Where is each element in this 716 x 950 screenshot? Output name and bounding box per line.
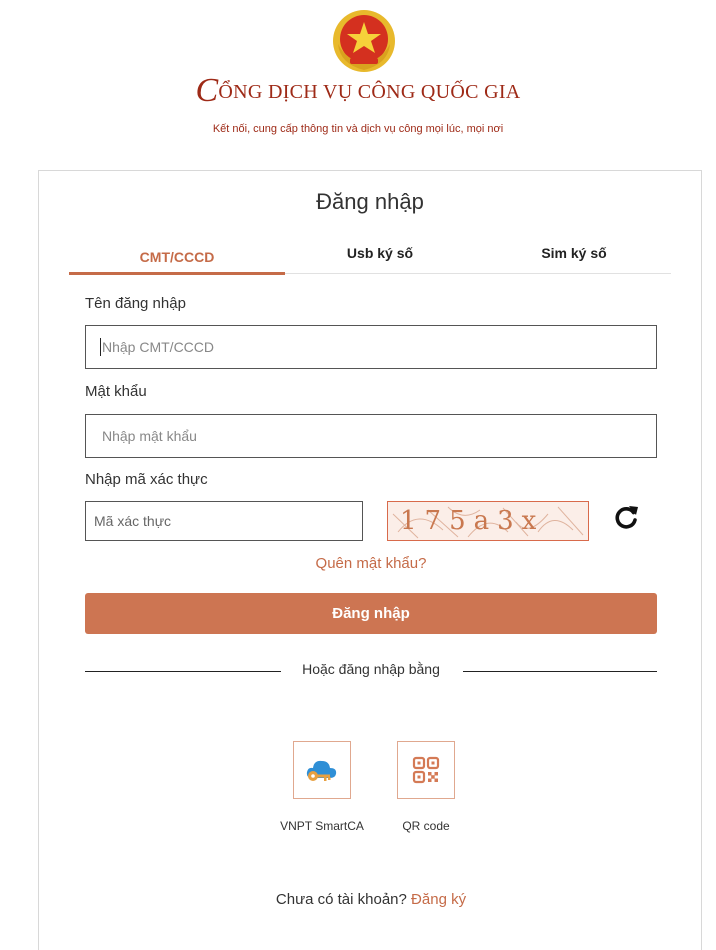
vnpt-smartca-label[interactable]: VNPT SmartCA (273, 819, 371, 833)
login-button-label: Đăng nhập (332, 605, 410, 622)
tagline: Kết nối, cung cấp thông tin và dịch vụ c… (212, 123, 504, 135)
signup-row: Chưa có tài khoản? Đăng ký (39, 891, 703, 908)
captcha-input[interactable]: Mã xác thực (85, 501, 363, 541)
login-tabs: CMT/CCCD Usb ký số Sim ký số (69, 237, 671, 275)
username-placeholder: Nhập CMT/CCCD (102, 339, 215, 355)
captcha-label: Nhập mã xác thực (85, 471, 208, 488)
tab-sim-ky-so[interactable]: Sim ký số (489, 237, 659, 273)
cloud-key-icon (306, 760, 337, 781)
password-input[interactable]: Nhập mật khẩu (85, 414, 657, 458)
divider-line-right (463, 671, 657, 672)
qr-code-label[interactable]: QR code (387, 819, 465, 833)
qr-code-button[interactable] (397, 741, 455, 799)
password-placeholder: Nhập mật khẩu (102, 428, 197, 444)
forgot-password-link[interactable]: Quên mật khẩu? (39, 555, 703, 572)
divider-text: Hoặc đăng nhập bằng (302, 661, 440, 677)
signup-prompt: Chưa có tài khoản? (275, 891, 407, 908)
tab-usb-ky-so[interactable]: Usb ký số (285, 237, 475, 273)
password-label: Mật khẩu (85, 383, 147, 400)
username-label: Tên đăng nhập (85, 295, 186, 312)
brand-name: ỔNG DỊCH VỤ CÔNG QUỐC GIA (218, 81, 521, 103)
tab-cmt-cccd[interactable]: CMT/CCCD (69, 237, 285, 275)
brand-initial: C (195, 72, 219, 109)
qr-code-icon (412, 756, 440, 784)
captcha-text: 175a3x (400, 506, 545, 536)
tab-label: Usb ký số (346, 245, 414, 261)
username-input[interactable]: Nhập CMT/CCCD (85, 325, 657, 369)
login-card: Đăng nhập CMT/CCCD Usb ký số Sim ký số T… (38, 170, 702, 950)
captcha-placeholder: Mã xác thực (94, 513, 172, 529)
tab-label: CMT/CCCD (139, 249, 215, 265)
national-emblem-icon (333, 10, 395, 72)
vnpt-smartca-button[interactable] (293, 741, 351, 799)
brand-title: C ỔNG DỊCH VỤ CÔNG QUỐC GIA (0, 72, 716, 109)
refresh-captcha-icon[interactable] (611, 503, 641, 533)
signup-link[interactable]: Đăng ký (411, 891, 466, 908)
captcha-image: 175a3x (387, 501, 589, 541)
login-title: Đăng nhập (316, 189, 424, 214)
tab-label: Sim ký số (541, 245, 607, 261)
login-button[interactable]: Đăng nhập (85, 593, 657, 634)
